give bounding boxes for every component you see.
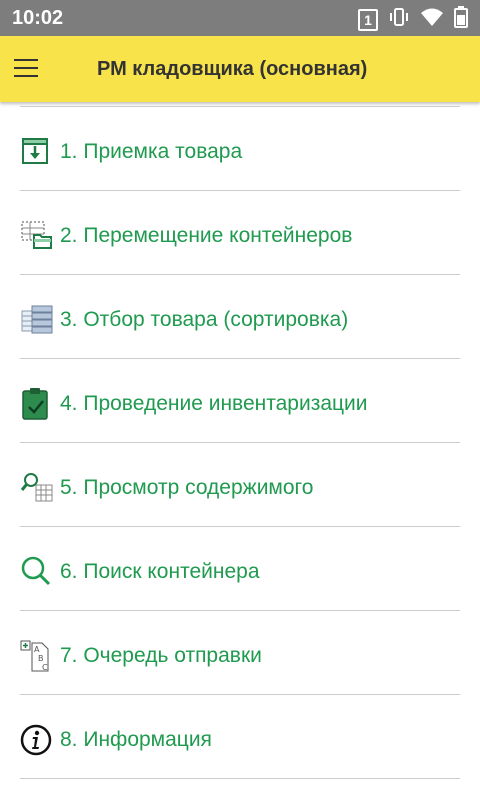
menu-item-picking[interactable]: 3. Отбор товара (сортировка) xyxy=(20,275,460,359)
hamburger-icon-line xyxy=(14,67,38,69)
menu-item-label: 4. Проведение инвентаризации xyxy=(60,392,368,415)
menu-item-label: 6. Поиск контейнера xyxy=(60,560,260,583)
svg-text:A: A xyxy=(34,645,40,654)
menu-item-label: 1. Приемка товара xyxy=(60,140,243,163)
menu-item-info[interactable]: 8. Информация xyxy=(20,695,460,779)
move-containers-icon xyxy=(20,219,54,253)
status-time: 10:02 xyxy=(12,7,64,29)
svg-text:B: B xyxy=(38,654,44,663)
info-icon xyxy=(20,723,54,757)
send-queue-icon: A B C xyxy=(20,639,54,673)
search-icon xyxy=(20,555,54,589)
menu-item-view-contents[interactable]: 5. Просмотр содержимого xyxy=(20,443,460,527)
menu-item-search-container[interactable]: 6. Поиск контейнера xyxy=(20,527,460,611)
sim-indicator: 1 xyxy=(358,8,378,31)
battery-icon xyxy=(454,6,468,33)
menu-item-receive-goods[interactable]: 1. Приемка товара xyxy=(20,107,460,191)
hamburger-icon xyxy=(14,59,38,61)
menu-item-label: 7. Очередь отправки xyxy=(60,644,262,667)
view-contents-icon xyxy=(20,471,54,505)
menu-item-label: 2. Перемещение контейнеров xyxy=(60,224,353,247)
status-bar: 10:02 1 xyxy=(0,0,480,36)
receive-goods-icon xyxy=(20,135,54,169)
menu-button[interactable] xyxy=(14,55,46,83)
hamburger-icon-line xyxy=(14,75,38,77)
picking-icon xyxy=(20,303,54,337)
svg-text:C: C xyxy=(42,663,48,672)
menu-item-label: 8. Информация xyxy=(60,728,212,751)
inventory-icon xyxy=(20,387,54,421)
status-icons: 1 xyxy=(358,6,468,33)
menu-item-send-queue[interactable]: A B C 7. Очередь отправки xyxy=(20,611,460,695)
app-bar: РМ кладовщика (основная) xyxy=(0,36,480,102)
menu-item-label: 3. Отбор товара (сортировка) xyxy=(60,308,349,331)
wifi-icon xyxy=(420,7,444,32)
menu-item-inventory[interactable]: 4. Проведение инвентаризации xyxy=(20,359,460,443)
page-title: РМ кладовщика (основная) xyxy=(97,58,368,80)
vibrate-icon xyxy=(388,6,410,33)
menu-item-move-containers[interactable]: 2. Перемещение контейнеров xyxy=(20,191,460,275)
menu-item-label: 5. Просмотр содержимого xyxy=(60,476,314,499)
